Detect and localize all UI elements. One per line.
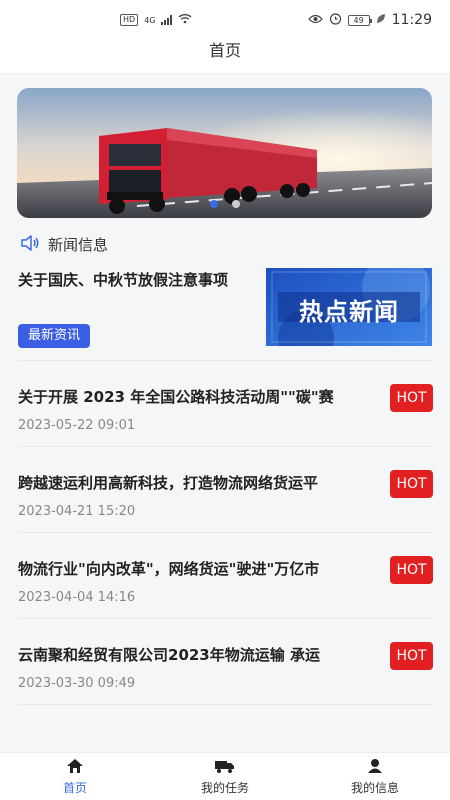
speaker-icon [20, 234, 40, 255]
carousel-dot[interactable] [231, 200, 240, 208]
leaf-icon [376, 13, 386, 28]
hd-badge: HD [120, 14, 139, 26]
news-date: 2023-05-22 09:01 [18, 418, 136, 433]
hot-news-image-text: 热点新闻 [299, 298, 399, 326]
featured-news-card[interactable]: 关于国庆、中秋节放假注意事项 最新资讯 热点新闻 [18, 268, 433, 360]
main-content[interactable]: 新闻信息 关于国庆、中秋节放假注意事项 最新资讯 热点新闻 关于开展 2023 … [0, 74, 450, 752]
divider [18, 618, 433, 619]
latest-news-tag: 最新资讯 [18, 324, 91, 348]
news-title[interactable]: 物流行业"向内改革"，网络货运"驶进"万亿市 [18, 558, 366, 580]
clock-time: 11:29 [391, 12, 432, 28]
carousel-dot-active[interactable] [209, 200, 218, 208]
battery-level: 49 [353, 15, 364, 25]
tab-label: 我的任务 [200, 780, 249, 795]
network-type: 4G [144, 15, 156, 25]
wifi-icon [178, 13, 192, 28]
banner-carousel[interactable] [17, 88, 432, 218]
tab-my-tasks[interactable]: 我的任务 [150, 753, 300, 800]
bottom-tab-bar: 首页 我的任务 我的信息 [0, 752, 450, 800]
hot-badge: HOT [390, 642, 433, 670]
news-section-title: 新闻信息 [48, 236, 109, 254]
divider [18, 360, 433, 361]
hot-badge: HOT [390, 556, 433, 584]
hot-badge: HOT [390, 470, 433, 498]
page-title: 首页 [0, 40, 450, 74]
featured-news-title[interactable]: 关于国庆、中秋节放假注意事项 [18, 268, 258, 292]
home-icon [66, 758, 84, 777]
eye-icon [307, 13, 323, 28]
news-date: 2023-03-30 09:49 [18, 676, 136, 691]
user-icon [367, 758, 383, 777]
banner-truck-image [17, 88, 432, 218]
divider [18, 446, 433, 447]
hot-badge: HOT [390, 384, 433, 412]
news-section-header: 新闻信息 [20, 234, 108, 255]
divider [18, 532, 433, 533]
divider [18, 704, 433, 705]
tab-my-info[interactable]: 我的信息 [300, 753, 450, 800]
news-title[interactable]: 云南聚和经贸有限公司2023年物流运输 承运 [18, 644, 366, 666]
hot-news-banner-image[interactable]: 热点新闻 [266, 268, 432, 346]
status-bar: HD 4G 49 11:29 [0, 0, 450, 40]
news-date: 2023-04-21 15:20 [18, 504, 136, 519]
tab-label: 首页 [62, 780, 87, 795]
truck-icon [214, 758, 236, 777]
carousel-dots [17, 200, 432, 208]
tab-label: 我的信息 [350, 780, 399, 795]
news-date: 2023-04-04 14:16 [18, 590, 136, 605]
news-title[interactable]: 关于开展 2023 年全国公路科技活动周""碳"赛 [18, 386, 366, 408]
tab-home[interactable]: 首页 [0, 753, 150, 800]
signal-icon [161, 15, 173, 25]
status-right: 49 11:29 [307, 12, 432, 29]
battery-icon: 49 [347, 14, 372, 26]
alarm-icon [329, 12, 342, 29]
news-title[interactable]: 跨越速运利用高新科技，打造物流网络货运平 [18, 472, 366, 494]
status-left: HD 4G [120, 13, 192, 28]
